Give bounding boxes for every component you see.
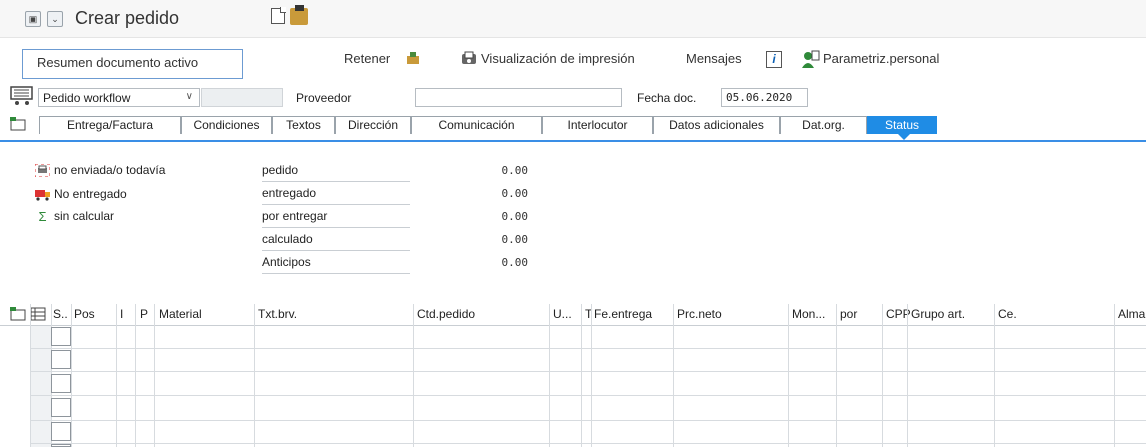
grid-line [907, 304, 908, 447]
resumen-documento-button[interactable]: Resumen documento activo [22, 49, 243, 79]
col-header-txt-brv[interactable]: Txt.brv. [258, 307, 297, 321]
col-header-p[interactable]: P [140, 307, 148, 321]
grid-line [154, 304, 155, 447]
parametriz-button[interactable]: Parametriz.personal [823, 51, 939, 66]
fecha-input[interactable]: 05.06.2020 [721, 88, 808, 107]
grid-line [413, 304, 414, 447]
proveedor-label: Proveedor [296, 91, 352, 105]
document-type-value: Pedido workflow [43, 91, 131, 105]
status-envio-text: no enviada/o todavía [54, 163, 166, 177]
sigma-icon: Σ [38, 209, 47, 225]
tab-textos[interactable]: Textos [272, 116, 335, 134]
col-header-grupo-art[interactable]: Grupo art. [911, 307, 965, 321]
metric-label-calculado: calculado [262, 229, 410, 251]
proveedor-input[interactable] [415, 88, 622, 107]
tab-divider [0, 140, 1146, 142]
col-header-ctd-pedido[interactable]: Ctd.pedido [417, 307, 475, 321]
col-header-por[interactable]: por [840, 307, 857, 321]
grid-line [71, 304, 72, 447]
table-row [30, 420, 1146, 421]
grid-line [836, 304, 837, 447]
row-selector[interactable] [51, 374, 71, 393]
row-selector[interactable] [51, 327, 71, 346]
table-row [30, 395, 1146, 396]
col-header-material[interactable]: Material [159, 307, 202, 321]
grid-line [581, 304, 582, 447]
grid-line [673, 304, 674, 447]
col-header-fe-entrega[interactable]: Fe.entrega [594, 307, 652, 321]
grid-line [788, 304, 789, 447]
col-header-i[interactable]: I [120, 307, 123, 321]
tab-direccion[interactable]: Dirección [335, 116, 411, 134]
row-selector-column [30, 326, 51, 447]
metric-value-entregado: 0.00 [501, 187, 529, 200]
row-selector[interactable] [51, 398, 71, 417]
info-icon[interactable]: i [766, 51, 782, 68]
metric-value-calculado: 0.00 [501, 233, 529, 246]
col-header-pos[interactable]: Pos [74, 307, 95, 321]
status-row-entrega: No entregado [35, 187, 127, 207]
table-settings-icon[interactable] [10, 307, 26, 321]
clipboard-icon[interactable] [290, 5, 308, 25]
col-header-s[interactable]: S.. [53, 307, 68, 321]
grid-line [882, 304, 883, 447]
tab-dat-org[interactable]: Dat.org. [780, 116, 867, 134]
status-calculo-text: sin calcular [54, 209, 115, 223]
col-header-mon[interactable]: Mon... [792, 307, 825, 321]
row-selector[interactable] [51, 350, 71, 369]
grid-line [135, 304, 136, 447]
expand-icon[interactable]: ⌄ [47, 11, 63, 27]
col-header-prc-neto[interactable]: Prc.neto [677, 307, 722, 321]
metric-label-pedido: pedido [262, 160, 410, 182]
status-entrega-text: No entregado [54, 187, 127, 201]
metric-value-pedido: 0.00 [501, 164, 529, 177]
page-title: Crear pedido [75, 8, 180, 28]
table-row [30, 348, 1146, 349]
metric-value-por-entregar: 0.00 [501, 210, 529, 223]
user-settings-icon[interactable] [802, 50, 820, 69]
truck-icon [35, 190, 50, 201]
menu-icon[interactable]: ▣ [25, 11, 41, 27]
status-row-envio: no enviada/o todavía [35, 163, 165, 183]
col-header-u[interactable]: U... [553, 307, 572, 321]
tab-status[interactable]: Status [867, 116, 937, 134]
metric-label-por-entregar: por entregar [262, 206, 410, 228]
status-row-calculo: Σsin calcular [35, 209, 114, 229]
grid-line [116, 304, 117, 447]
table-row [30, 371, 1146, 372]
tab-entrega-factura[interactable]: Entrega/Factura [39, 116, 181, 134]
grid-line [1114, 304, 1115, 447]
document-type-select[interactable]: Pedido workflow ∨ [38, 88, 200, 107]
chevron-down-icon[interactable]: ∨ [186, 91, 193, 102]
grid-line [591, 304, 592, 447]
grid-line [994, 304, 995, 447]
print-preview-icon[interactable] [461, 51, 477, 66]
tab-comunicacion[interactable]: Comunicación [411, 116, 542, 134]
tab-condiciones[interactable]: Condiciones [181, 116, 272, 134]
new-document-icon[interactable] [271, 7, 286, 24]
metric-label-entregado: entregado [262, 183, 410, 205]
retener-icon[interactable] [405, 51, 421, 66]
grid-line [254, 304, 255, 447]
row-selector[interactable] [51, 422, 71, 441]
retener-button[interactable]: Retener [344, 51, 390, 66]
grid-line [30, 304, 31, 447]
fecha-label: Fecha doc. [637, 91, 697, 105]
printer-icon [35, 164, 50, 178]
col-header-ce[interactable]: Ce. [998, 307, 1017, 321]
title-bar: ▣ ⌄ Crear pedido [0, 0, 1146, 38]
column-layout-icon[interactable] [30, 307, 46, 321]
cart-icon[interactable] [10, 86, 34, 106]
tree-toggle-icon[interactable] [10, 117, 26, 131]
document-number-field [201, 88, 283, 107]
tab-interlocutor[interactable]: Interlocutor [542, 116, 653, 134]
table-row [30, 443, 1146, 444]
col-header-alma[interactable]: Alma [1118, 307, 1145, 321]
metric-label-anticipos: Anticipos [262, 252, 410, 274]
grid-line [549, 304, 550, 447]
mensajes-button[interactable]: Mensajes [686, 51, 742, 66]
metric-value-anticipos: 0.00 [501, 256, 529, 269]
print-preview-button[interactable]: Visualización de impresión [481, 51, 635, 66]
tab-datos-adicionales[interactable]: Datos adicionales [653, 116, 780, 134]
